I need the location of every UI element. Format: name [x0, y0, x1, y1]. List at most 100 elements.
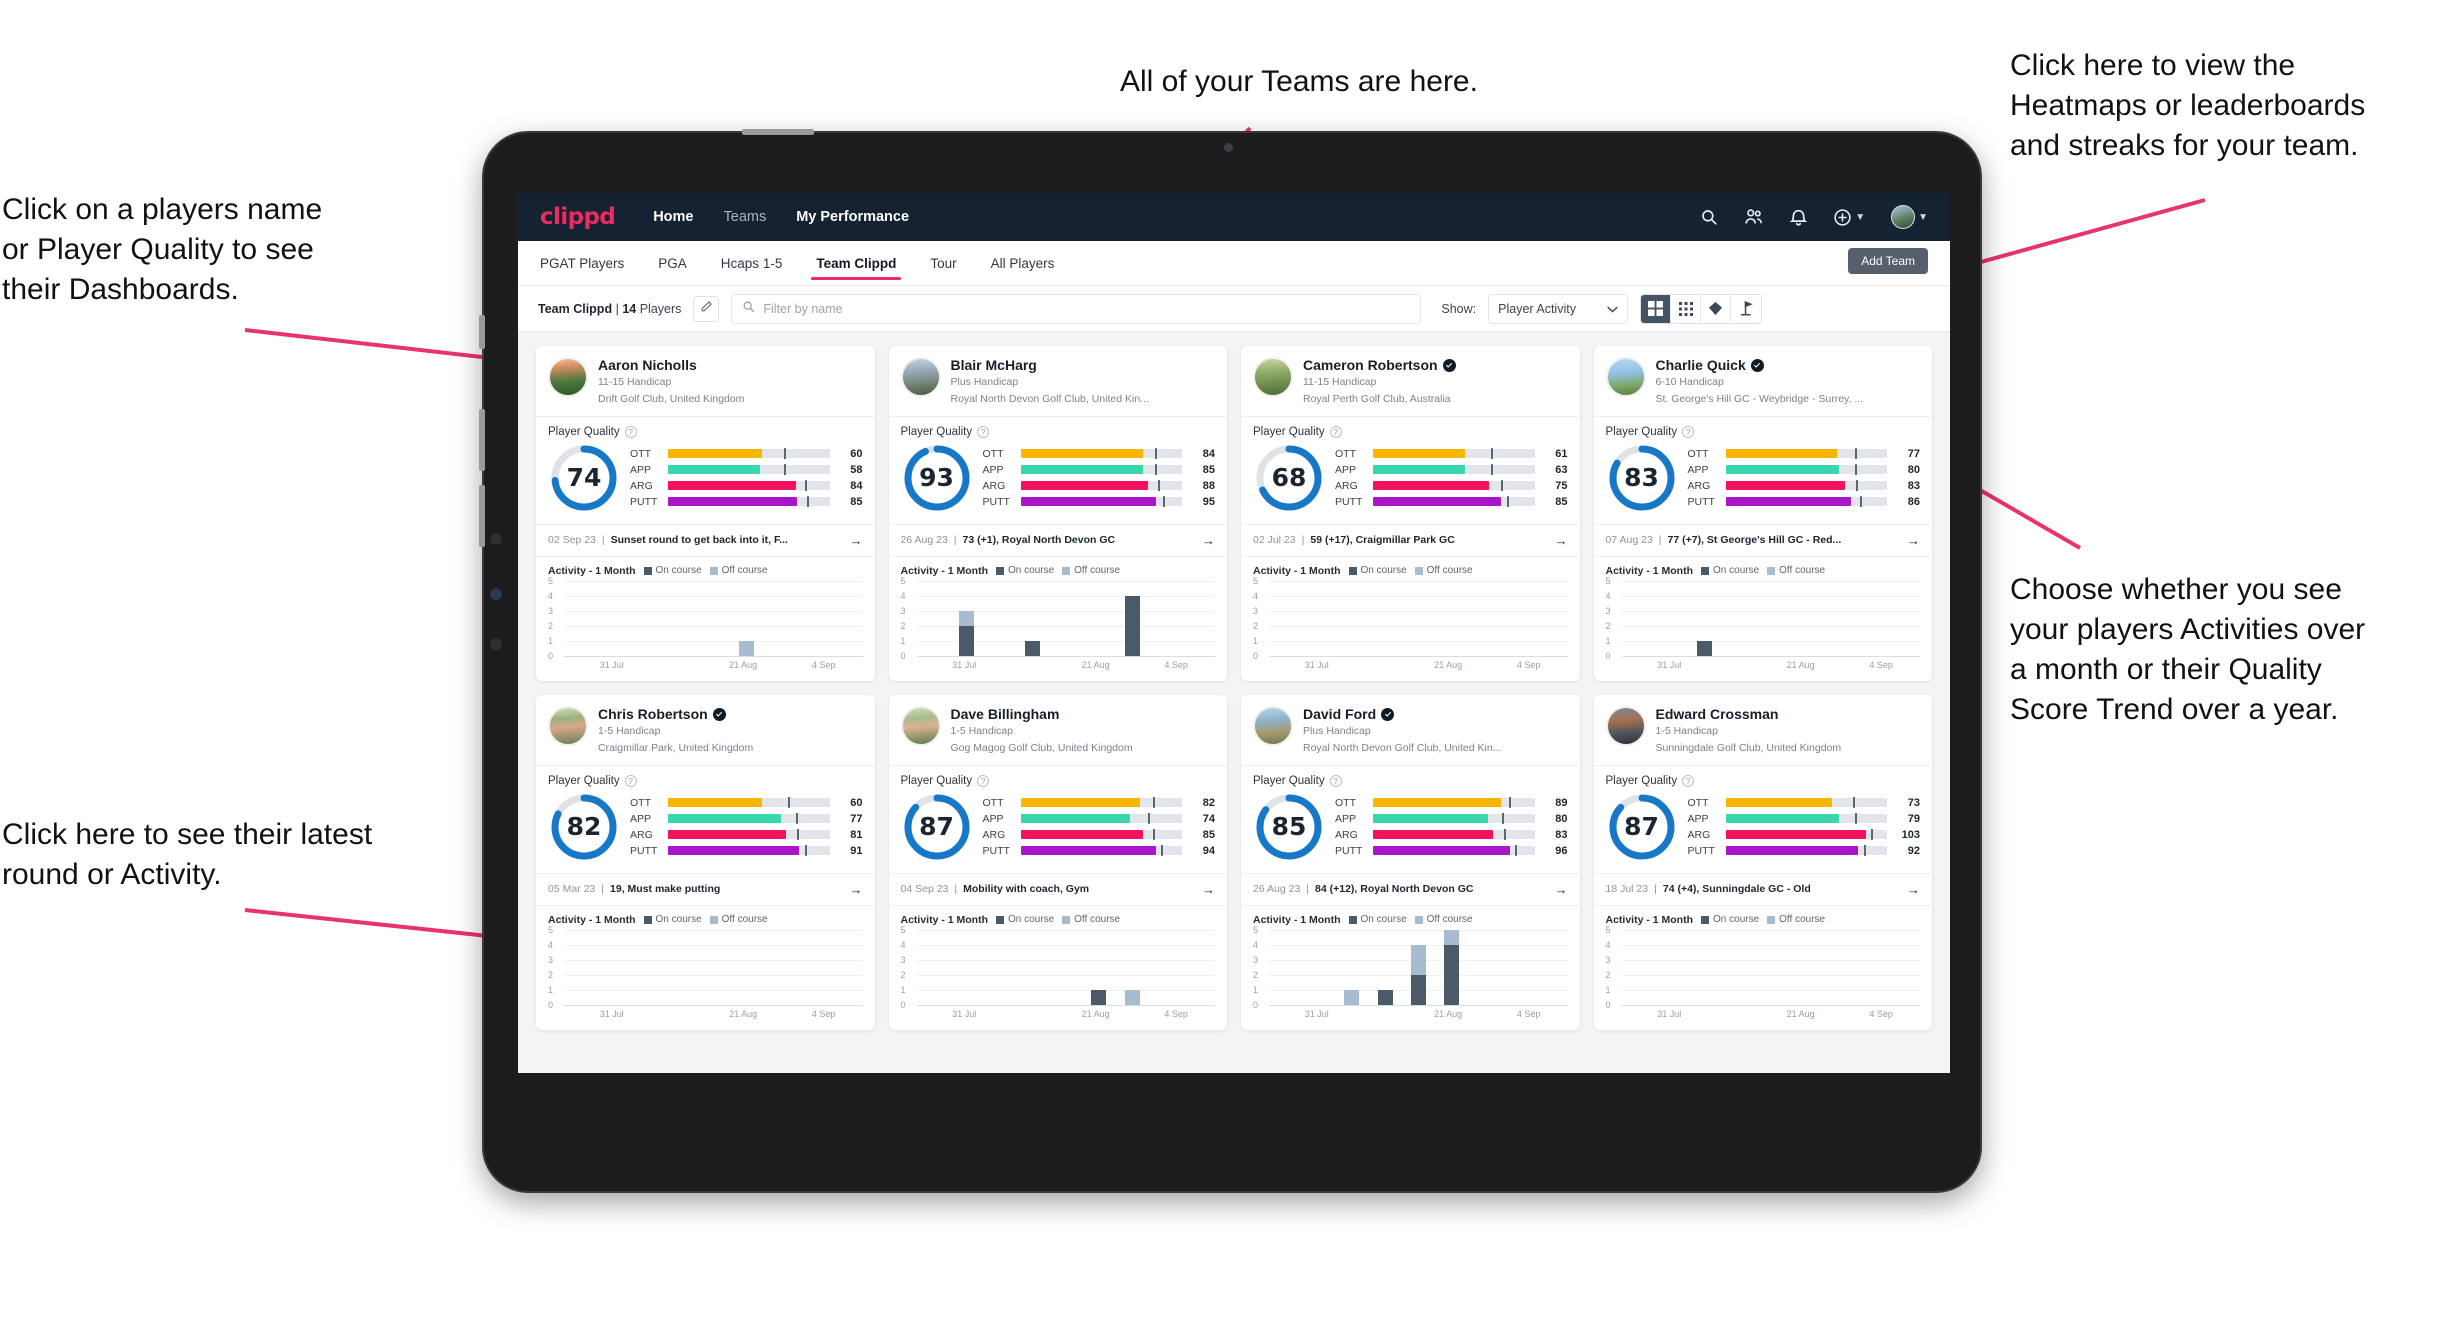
player-header[interactable]: Charlie Quick 6-10 Handicap St. George's…: [1594, 346, 1933, 416]
player-name[interactable]: David Ford: [1303, 706, 1501, 722]
question-icon[interactable]: ?: [977, 774, 990, 787]
question-icon[interactable]: ?: [1682, 774, 1695, 787]
bell-icon[interactable]: [1790, 208, 1808, 227]
profile-menu[interactable]: ▼: [1891, 205, 1928, 229]
arrow-right-icon[interactable]: →: [1907, 533, 1920, 548]
nav-link-my-performance[interactable]: My Performance: [796, 209, 909, 225]
heatmap-icon[interactable]: [1701, 294, 1732, 323]
grid-large-icon[interactable]: [1641, 294, 1672, 323]
player-header[interactable]: Aaron Nicholls 11-15 Handicap Drift Golf…: [536, 346, 875, 416]
clippd-logo[interactable]: clippd: [540, 204, 616, 230]
latest-round-row[interactable]: 18 Jul 23 | 74 (+4), Sunningdale GC - Ol…: [1593, 872, 1932, 905]
add-team-button[interactable]: Add Team: [1848, 248, 1928, 274]
quality-ring[interactable]: 74: [548, 442, 620, 514]
tab-tour[interactable]: Tour: [930, 241, 956, 286]
player-header[interactable]: Edward Crossman 1-5 Handicap Sunningdale…: [1594, 695, 1933, 765]
edit-team-button[interactable]: [693, 295, 720, 322]
metric-list: OTT 89 APP 80 ARG 83 PUTT 96: [1335, 797, 1568, 857]
question-icon[interactable]: ?: [1329, 774, 1342, 787]
quality-score: 93: [919, 463, 954, 493]
player-name[interactable]: Cameron Robertson: [1303, 357, 1456, 373]
question-icon[interactable]: ?: [977, 425, 990, 438]
player-name[interactable]: Aaron Nicholls: [598, 357, 744, 373]
tab-team-clippd[interactable]: Team Clippd: [811, 241, 902, 286]
arrow-right-icon[interactable]: →: [1907, 882, 1920, 897]
arrow-right-icon[interactable]: →: [1202, 882, 1215, 897]
chevron-down-icon[interactable]: ▼: [1918, 212, 1928, 223]
search-input[interactable]: Filter by name: [731, 293, 1422, 324]
question-icon[interactable]: ?: [624, 425, 637, 438]
player-quality-label: Player Quality: [900, 774, 973, 787]
arrow-right-icon[interactable]: →: [1555, 882, 1568, 897]
arrow-right-icon[interactable]: →: [1555, 533, 1568, 548]
round-text: 74 (+4), Sunningdale GC - Old: [1662, 883, 1811, 896]
activity-header: Activity - 1 Month On course Off course: [888, 904, 1227, 928]
avatar: [1253, 705, 1293, 746]
arrow-right-icon[interactable]: →: [850, 882, 863, 897]
player-card[interactable]: Charlie Quick 6-10 Handicap St. George's…: [1593, 346, 1933, 681]
add-menu[interactable]: ▼: [1833, 208, 1865, 227]
player-card[interactable]: Aaron Nicholls 11-15 Handicap Drift Golf…: [536, 346, 875, 681]
arrow-right-icon[interactable]: →: [850, 533, 863, 548]
people-icon[interactable]: [1744, 208, 1764, 226]
search-icon[interactable]: [1700, 208, 1718, 226]
player-header[interactable]: Chris Robertson 1-5 Handicap Craigmillar…: [536, 695, 875, 765]
latest-round-row[interactable]: 02 Sep 23 | Sunset round to get back int…: [536, 523, 875, 556]
player-card[interactable]: Chris Robertson 1-5 Handicap Craigmillar…: [536, 694, 875, 1030]
quality-ring[interactable]: 82: [548, 791, 620, 863]
metric-value: 77: [850, 812, 863, 825]
player-header[interactable]: Cameron Robertson 11-15 Handicap Royal P…: [1241, 346, 1580, 416]
player-card[interactable]: David Ford Plus Handicap Royal North Dev…: [1241, 694, 1580, 1030]
legend-off-course: Off course: [709, 565, 768, 576]
latest-round-row[interactable]: 04 Sep 23 | Mobility with coach, Gym →: [888, 872, 1227, 905]
nav-link-teams[interactable]: Teams: [724, 209, 767, 225]
quality-ring[interactable]: 87: [901, 791, 973, 863]
show-select[interactable]: Player Activity: [1488, 293, 1629, 324]
tab-hcaps-1-5[interactable]: Hcaps 1-5: [721, 241, 783, 286]
player-name[interactable]: Dave Billingham: [951, 706, 1133, 722]
metric-value: 85: [850, 495, 863, 508]
grid-small-icon[interactable]: [1671, 294, 1702, 323]
quality-ring[interactable]: 68: [1253, 442, 1325, 514]
quality-ring[interactable]: 83: [1606, 442, 1678, 514]
latest-round-row[interactable]: 07 Aug 23 | 77 (+7), St George's Hill GC…: [1593, 523, 1932, 556]
player-card[interactable]: Edward Crossman 1-5 Handicap Sunningdale…: [1593, 694, 1933, 1030]
activity-header: Activity - 1 Month On course Off course: [1593, 555, 1932, 579]
avatar[interactable]: [1891, 205, 1916, 229]
player-name[interactable]: Edward Crossman: [1656, 706, 1842, 722]
metric-bar: [1020, 797, 1182, 809]
metric-row: PUTT 96: [1335, 845, 1568, 857]
latest-round-row[interactable]: 26 Aug 23 | 84 (+12), Royal North Devon …: [1241, 872, 1580, 905]
player-card[interactable]: Dave Billingham 1-5 Handicap Gog Magog G…: [888, 694, 1228, 1030]
quality-ring[interactable]: 85: [1253, 791, 1325, 863]
quality-ring[interactable]: 87: [1606, 791, 1678, 863]
metric-bar: [1725, 797, 1887, 809]
player-header[interactable]: Dave Billingham 1-5 Handicap Gog Magog G…: [889, 695, 1228, 765]
player-name[interactable]: Chris Robertson: [598, 706, 753, 722]
question-icon[interactable]: ?: [624, 774, 637, 787]
nav-link-home[interactable]: Home: [653, 209, 693, 225]
chevron-down-icon[interactable]: ▼: [1855, 212, 1865, 223]
latest-round-row[interactable]: 26 Aug 23 | 73 (+1), Royal North Devon G…: [888, 523, 1227, 556]
latest-round-row[interactable]: 02 Jul 23 | 59 (+17), Craigmillar Park G…: [1241, 523, 1580, 556]
player-card[interactable]: Blair McHarg Plus Handicap Royal North D…: [888, 346, 1228, 681]
player-header[interactable]: David Ford Plus Handicap Royal North Dev…: [1241, 695, 1580, 765]
plus-circle-icon[interactable]: [1833, 208, 1852, 227]
question-icon[interactable]: ?: [1329, 425, 1342, 438]
arrow-right-icon[interactable]: →: [1202, 533, 1215, 548]
metric-value: 81: [850, 828, 863, 841]
tab-all-players[interactable]: All Players: [991, 241, 1055, 286]
player-name-text: David Ford: [1303, 705, 1377, 722]
tab-pgat-players[interactable]: PGAT Players: [540, 241, 624, 286]
quality-ring[interactable]: 93: [901, 442, 973, 514]
latest-round-row[interactable]: 05 Mar 23 | 19, Must make putting →: [536, 872, 875, 905]
tab-pga[interactable]: PGA: [658, 241, 687, 286]
player-name[interactable]: Charlie Quick: [1656, 357, 1864, 373]
leaderboard-icon[interactable]: [1731, 295, 1761, 323]
question-icon[interactable]: ?: [1682, 425, 1695, 438]
player-card[interactable]: Cameron Robertson 11-15 Handicap Royal P…: [1241, 346, 1580, 681]
player-header[interactable]: Blair McHarg Plus Handicap Royal North D…: [889, 346, 1228, 416]
player-name[interactable]: Blair McHarg: [951, 357, 1149, 373]
player-quality-title: Player Quality ?: [1594, 766, 1933, 787]
player-club: Gog Magog Golf Club, United Kingdom: [950, 741, 1133, 754]
